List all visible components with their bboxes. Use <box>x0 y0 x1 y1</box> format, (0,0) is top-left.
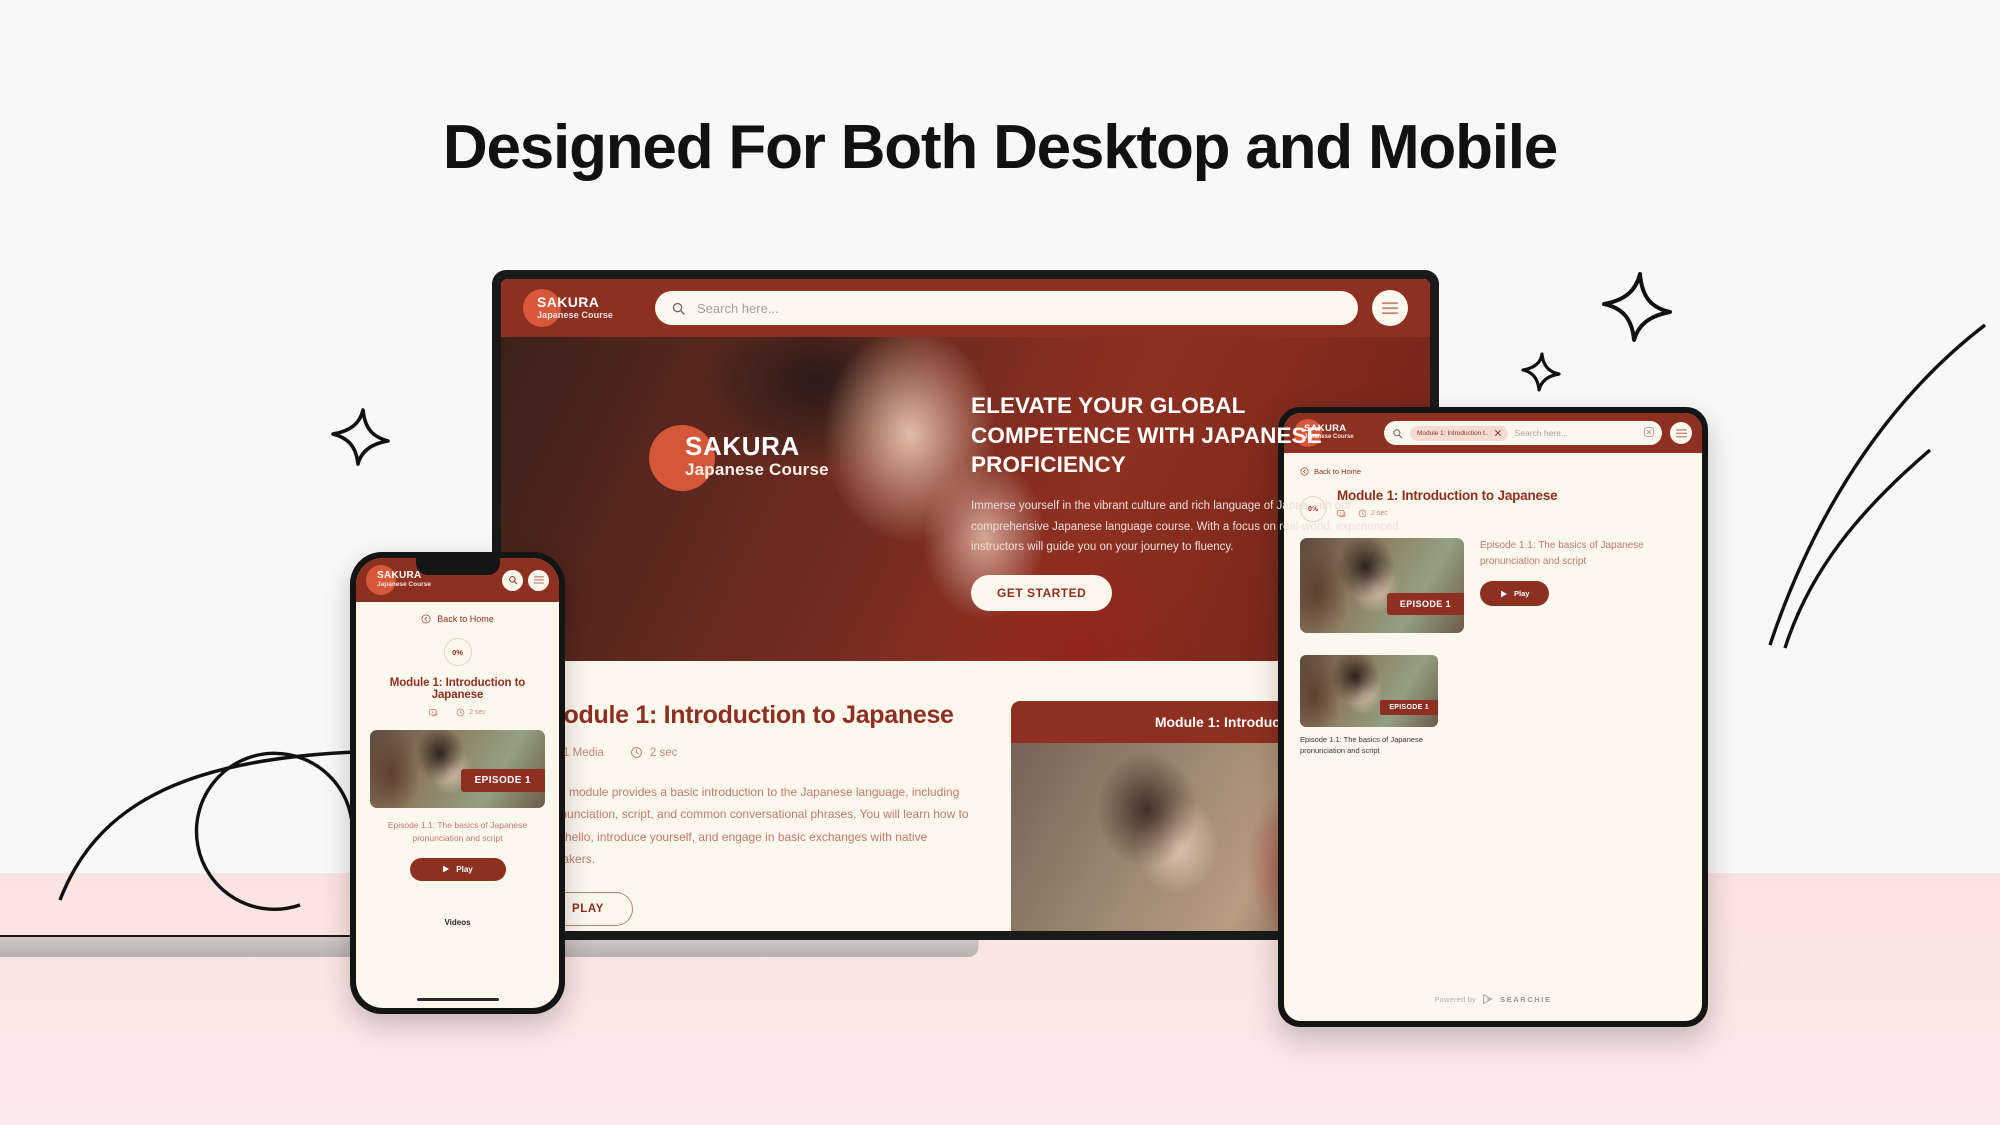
module-details: Module 1: Introduction to Japanese 1 Med… <box>543 701 973 931</box>
brand-subtitle: Japanese Course <box>377 581 431 589</box>
hero-heading: ELEVATE YOUR GLOBAL COMPETENCE WITH JAPA… <box>971 393 1322 478</box>
brand-logo[interactable]: SAKURA Japanese Course <box>523 286 641 330</box>
tablet-play-button[interactable]: Play <box>1480 581 1550 607</box>
brand-subtitle: Japanese Course <box>537 309 614 320</box>
tablet-search-chip-label: Module 1: Introduction t.. <box>1417 429 1489 437</box>
tablet-search-placeholder: Search here... <box>1514 428 1568 438</box>
phone-videos-label: Videos <box>444 917 471 927</box>
phone-module-title: Module 1: Introduction to Japanese <box>389 677 526 701</box>
hero-logo-name: SAKURA <box>685 431 800 461</box>
search-placeholder: Search here... <box>697 300 779 316</box>
back-arrow-icon <box>421 614 431 624</box>
tablet-play-label: Play <box>1514 589 1530 599</box>
tablet-footer: Powered by SEARCHIE <box>1284 993 1702 1021</box>
phone-meta-row: 2 sec <box>370 708 545 717</box>
hero-logo-subtitle: Japanese Course <box>685 460 829 480</box>
phone-progress-indicator: 0% <box>443 638 472 666</box>
powered-by-label: Powered by <box>1434 994 1477 1004</box>
phone-episode-badge: EPISODE 1 <box>460 769 545 792</box>
tablet-episode-card-secondary[interactable]: EPISODE 1 Episode 1.1: The basics of Jap… <box>1300 655 1438 757</box>
clock-icon <box>456 708 465 717</box>
searchie-provider-label: SEARCHIE <box>1500 994 1552 1004</box>
phone-media-meta <box>429 708 442 717</box>
close-icon[interactable] <box>1494 430 1501 436</box>
duration-meta: 2 sec <box>630 746 678 759</box>
hero-copy: ELEVATE YOUR GLOBAL COMPETENCE WITH JAPA… <box>971 391 1411 612</box>
clock-icon <box>630 747 642 758</box>
phone-home-indicator <box>416 997 499 1001</box>
phone-search-button[interactable] <box>502 569 523 591</box>
duration-label: 2 sec <box>649 746 678 759</box>
hero-paragraph: Immerse yourself in the vibrant culture … <box>971 500 1399 553</box>
tablet-search-chip[interactable]: Module 1: Introduction t.. <box>1410 425 1508 441</box>
tablet-episode-badge-small: EPISODE 1 <box>1380 700 1438 715</box>
media-icon <box>429 709 438 717</box>
phone-mockup: SAKURA Japanese Course Back to Home 0% M… <box>350 552 565 1014</box>
play-icon <box>1501 590 1507 598</box>
tablet-episode-thumbnail-small[interactable]: EPISODE 1 <box>1300 655 1438 727</box>
phone-duration-label: 2 sec <box>469 709 486 716</box>
tablet-episode-title: Episode 1.1: The basics of Japanese pron… <box>1480 540 1644 567</box>
hamburger-menu-icon <box>1382 301 1398 314</box>
phone-menu-button[interactable] <box>528 569 549 591</box>
phone-play-label: Play <box>456 864 473 874</box>
phone-frame: SAKURA Japanese Course Back to Home 0% M… <box>350 552 565 1014</box>
phone-episode-thumbnail[interactable]: EPISODE 1 <box>370 730 545 808</box>
clear-search-icon <box>1644 427 1654 437</box>
hamburger-menu-icon <box>533 576 544 584</box>
brand-name: SAKURA <box>537 294 600 311</box>
tablet-search-input[interactable]: Module 1: Introduction t.. Search here..… <box>1384 421 1662 445</box>
phone-duration-meta: 2 sec <box>456 708 486 717</box>
module-description: This module provides a basic introductio… <box>543 785 969 866</box>
get-started-button[interactable]: GET STARTED <box>971 575 1113 612</box>
tablet-clear-search-button[interactable] <box>1644 424 1654 442</box>
search-input[interactable]: Search here... <box>655 291 1358 325</box>
phone-notch <box>415 558 500 575</box>
phone-content: Back to Home 0% Module 1: Introduction t… <box>356 602 559 927</box>
search-icon <box>508 576 517 585</box>
play-icon <box>443 865 450 873</box>
search-icon <box>672 302 685 315</box>
module-meta-row: 1 Media 2 sec <box>543 746 973 759</box>
phone-back-to-home[interactable]: Back to Home <box>370 614 545 624</box>
hero-logo: SAKURA Japanese Course <box>649 425 829 491</box>
hamburger-menu-icon <box>1675 428 1687 437</box>
page-title: Designed For Both Desktop and Mobile <box>442 113 1558 182</box>
menu-button[interactable] <box>1372 290 1408 326</box>
media-count-label: 1 Media <box>563 746 604 759</box>
module-title: Module 1: Introduction to Japanese <box>543 701 954 729</box>
searchie-logo-icon <box>1482 993 1493 1005</box>
phone-back-label: Back to Home <box>437 614 494 624</box>
phone-episode-title: Episode 1.1: The basics of Japanese pron… <box>387 820 528 843</box>
desktop-header: SAKURA Japanese Course Search here... <box>501 279 1430 337</box>
phone-play-button[interactable]: Play <box>409 857 506 881</box>
phone-viewport: SAKURA Japanese Course Back to Home 0% M… <box>356 558 559 1008</box>
tablet-menu-button[interactable] <box>1670 422 1692 444</box>
tablet-episode-title-small: Episode 1.1: The basics of Japanese pron… <box>1300 735 1423 756</box>
